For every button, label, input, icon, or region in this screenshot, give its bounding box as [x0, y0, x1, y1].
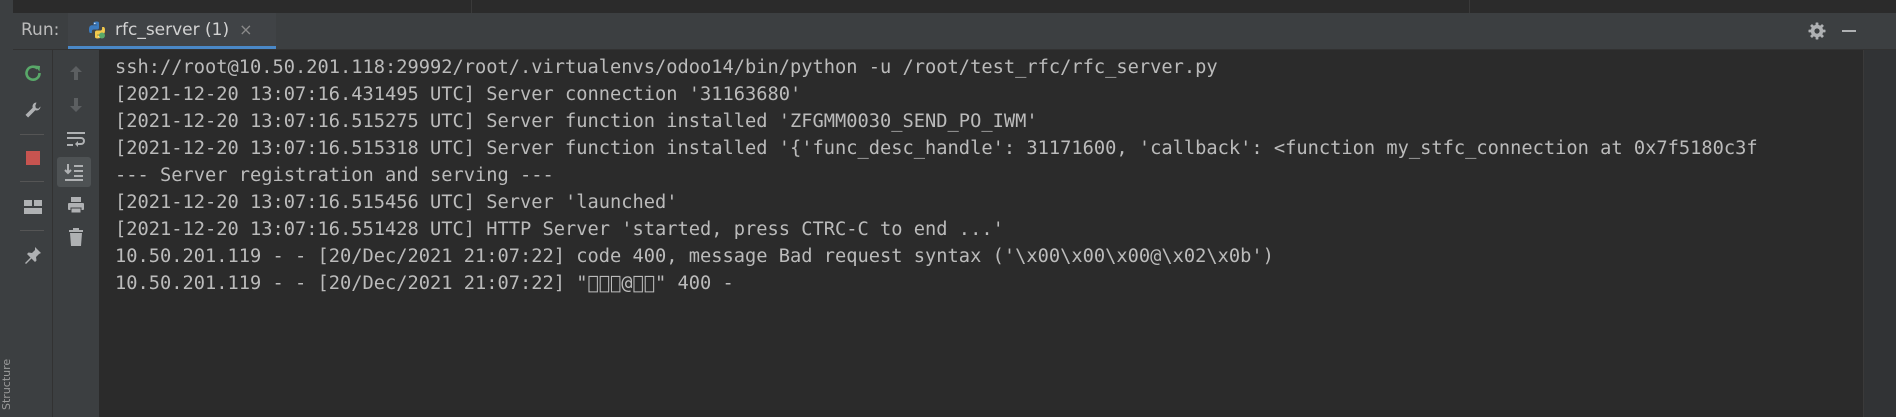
scroll-to-end-icon[interactable]: [57, 157, 91, 187]
gear-icon[interactable]: [1800, 13, 1834, 49]
tab-rfc-server[interactable]: rfc_server (1) ×: [68, 13, 276, 49]
console-line: [2021-12-20 13:07:16.515318 UTC] Server …: [115, 138, 1758, 159]
console-line: 10.50.201.119 - - [20/Dec/2021 21:07:22]…: [115, 273, 734, 294]
rerun-icon[interactable]: [13, 58, 52, 88]
toolbar-separator: [20, 134, 44, 135]
wrench-icon[interactable]: [13, 95, 52, 125]
console-line: [2021-12-20 13:07:16.551428 UTC] HTTP Se…: [115, 219, 1004, 240]
console-line: ssh://root@10.50.201.118:29992/root/.vir…: [115, 57, 1218, 78]
soft-wrap-icon[interactable]: [53, 124, 99, 154]
minimize-icon[interactable]: [1834, 13, 1864, 49]
run-label: Run:: [21, 20, 60, 40]
print-icon[interactable]: [53, 190, 99, 220]
trash-icon[interactable]: [53, 222, 99, 252]
pin-icon[interactable]: [13, 240, 52, 270]
toolbar-separator: [20, 181, 44, 182]
editor-top-remnant: [13, 0, 1896, 13]
console-line: --- Server registration and serving ---: [115, 165, 554, 186]
structure-sidebar[interactable]: Structure: [0, 0, 14, 417]
layout-icon[interactable]: [13, 192, 52, 222]
divider: [1469, 0, 1470, 13]
python-icon: [89, 21, 105, 38]
structure-tab-label[interactable]: Structure: [0, 310, 12, 410]
console-line: 10.50.201.119 - - [20/Dec/2021 21:07:22]…: [115, 246, 1274, 267]
right-tool-strip: [1863, 50, 1896, 417]
stop-icon[interactable]: [13, 143, 52, 173]
run-toolbar-secondary: [53, 50, 99, 417]
right-edge: [1864, 13, 1896, 49]
console-output[interactable]: ssh://root@10.50.201.118:29992/root/.vir…: [99, 50, 1896, 417]
run-toolbar-primary: [13, 50, 53, 417]
toolbar-separator: [20, 230, 44, 231]
run-tool-window-header: Run: rfc_server (1) ×: [13, 13, 1896, 50]
console-line: [2021-12-20 13:07:16.431495 UTC] Server …: [115, 84, 802, 105]
arrow-up-icon[interactable]: [53, 58, 99, 88]
console-line: [2021-12-20 13:07:16.515275 UTC] Server …: [115, 111, 1038, 132]
divider: [471, 0, 472, 13]
tab-label: rfc_server (1): [115, 19, 230, 40]
header-actions: [1800, 13, 1896, 49]
close-tab-icon[interactable]: ×: [239, 20, 252, 39]
arrow-down-icon[interactable]: [53, 90, 99, 120]
console-line: [2021-12-20 13:07:16.515456 UTC] Server …: [115, 192, 678, 213]
